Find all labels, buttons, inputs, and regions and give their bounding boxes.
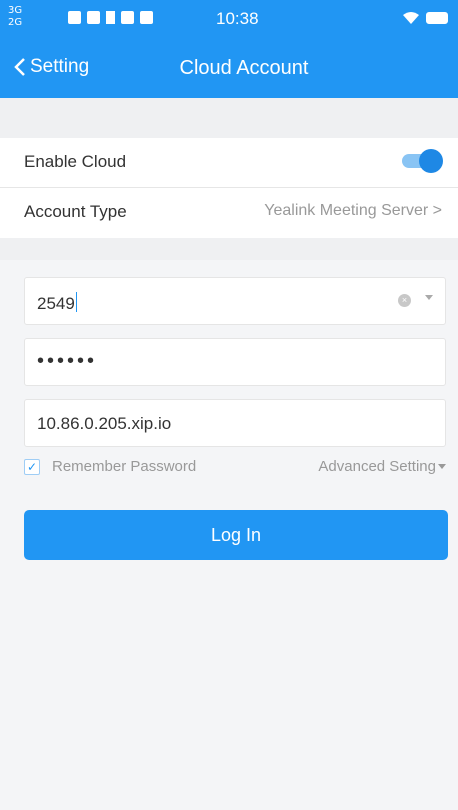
advanced-setting-link[interactable]: Advanced Setting [318,458,446,475]
account-type-value: Yealink Meeting Server > [264,202,442,219]
network-3g-label: 3G [8,5,23,16]
password-input[interactable]: •••••• [24,338,446,386]
account-input[interactable]: 2549 × [24,277,446,325]
status-bar: 3G 2G 10:38 [0,0,458,38]
account-type-label: Account Type [24,202,127,221]
remember-password-checkbox[interactable]: ✓ [24,459,40,475]
server-input[interactable]: 10.86.0.205.xip.io [24,399,446,447]
account-value: 2549 [37,294,75,313]
login-form: 2549 × •••••• 10.86.0.205.xip.io ✓ Remem… [0,260,458,810]
signal-indicator: 3G 2G [8,5,22,29]
app-notification-icon [140,11,153,24]
enable-cloud-toggle[interactable] [402,149,443,173]
login-button[interactable]: Log In [24,510,448,560]
network-2g-label: 2G [8,17,23,28]
password-value: •••••• [37,350,98,372]
usb-icon [106,11,115,24]
toggle-knob [419,149,443,173]
form-options: ✓ Remember Password Advanced Setting [24,456,446,478]
caret-down-icon [438,464,446,469]
advanced-setting-label: Advanced Setting [318,458,436,475]
mail-notification-icon [87,11,100,24]
enable-cloud-row: Enable Cloud [0,138,458,188]
page-title: Cloud Account [179,57,309,79]
wifi-icon [403,12,419,24]
server-value: 10.86.0.205.xip.io [37,414,172,433]
clear-icon[interactable]: × [398,294,411,307]
remember-password-label[interactable]: Remember Password [52,458,196,475]
battery-icon [426,12,448,24]
image-notification-icon [121,11,134,24]
text-caret [75,292,77,312]
dropdown-arrow-icon[interactable] [425,295,433,300]
enable-cloud-label: Enable Cloud [24,152,127,171]
notification-icons [68,11,153,24]
checkbox-notification-icon [68,11,81,24]
clock: 10:38 [216,9,259,28]
settings-group: Enable Cloud Account Type Yealink Meetin… [0,138,458,238]
nav-bar: Setting Cloud Account [0,38,458,98]
account-type-row[interactable]: Account Type Yealink Meeting Server > [0,188,458,238]
